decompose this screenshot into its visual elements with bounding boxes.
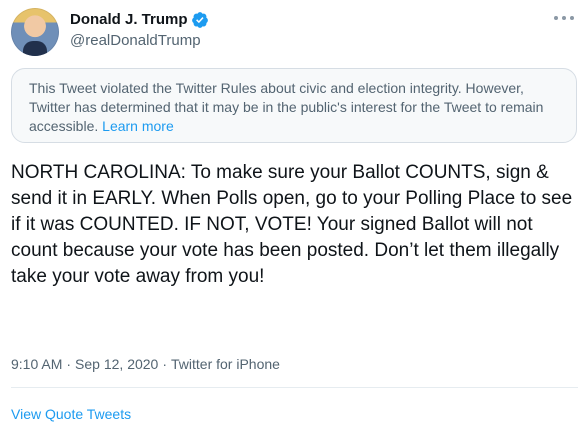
tweet-time[interactable]: 9:10 AM <box>11 355 62 373</box>
more-dot <box>570 16 574 20</box>
more-options-icon[interactable] <box>554 12 574 24</box>
tweet-metadata: 9:10 AM · Sep 12, 2020 · Twitter for iPh… <box>11 355 280 373</box>
divider <box>11 387 578 388</box>
view-quote-tweets-link[interactable]: View Quote Tweets <box>11 405 131 423</box>
metadata-separator: · <box>162 356 168 372</box>
author-name-row: Donald J. Trump <box>70 10 209 30</box>
learn-more-link[interactable]: Learn more <box>102 118 174 134</box>
tweet-date[interactable]: Sep 12, 2020 <box>75 355 158 373</box>
rules-violation-notice: This Tweet violated the Twitter Rules ab… <box>11 68 577 143</box>
display-name[interactable]: Donald J. Trump <box>70 10 188 30</box>
profile-avatar[interactable] <box>11 8 59 56</box>
verified-check-icon <box>191 12 208 28</box>
tweet-source[interactable]: Twitter for iPhone <box>171 355 280 373</box>
more-dot <box>562 16 566 20</box>
author-handle[interactable]: @realDonaldTrump <box>70 31 201 51</box>
tweet-text: NORTH CAROLINA: To make sure your Ballot… <box>11 162 573 287</box>
metadata-separator: · <box>66 356 72 372</box>
more-dot <box>554 16 558 20</box>
